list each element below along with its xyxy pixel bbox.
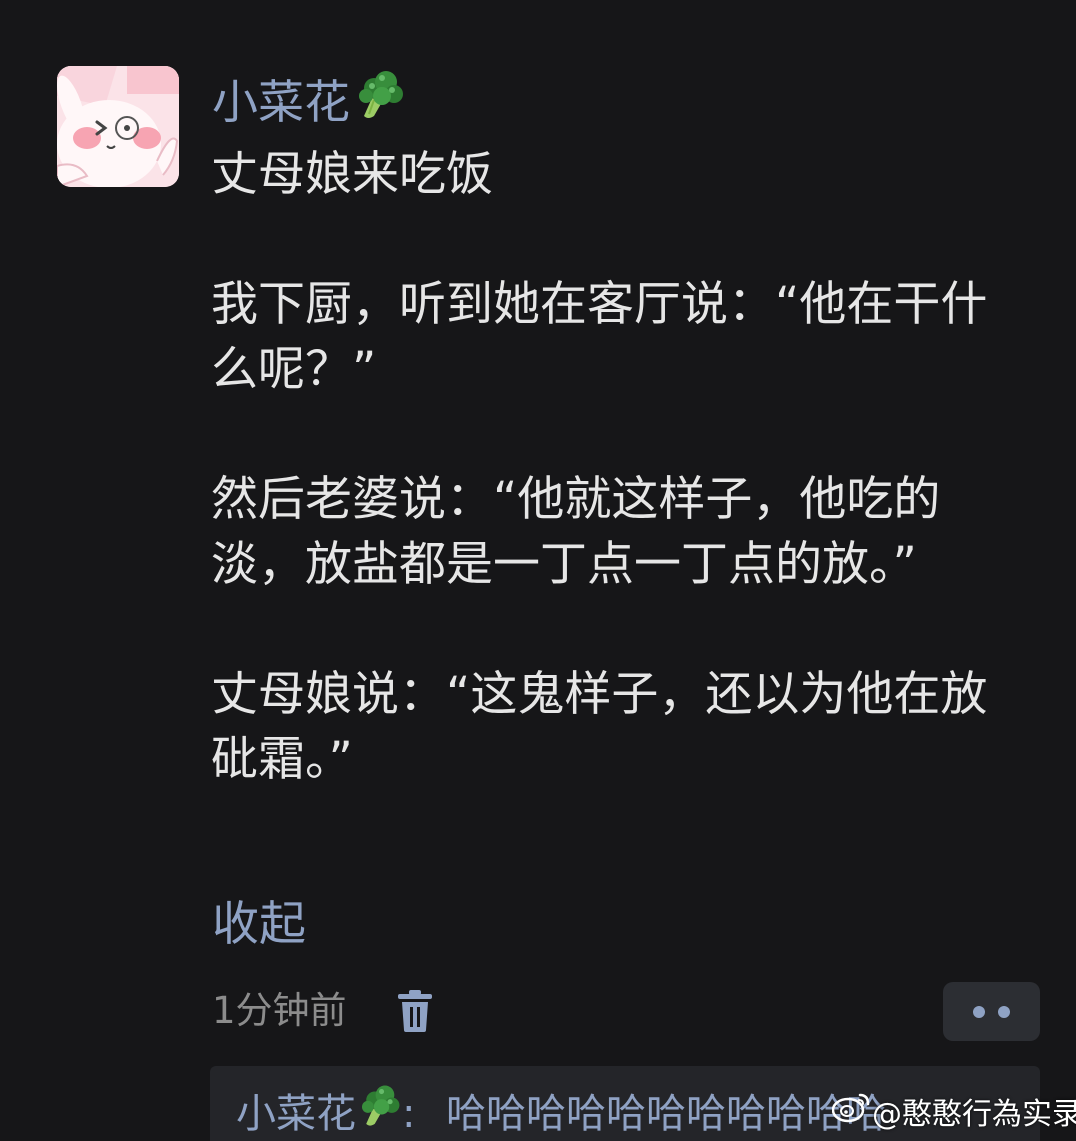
broccoli-icon <box>352 68 406 136</box>
comment-page: 小菜花 丈母娘来吃饭 我下厨，听到她在客厅说：“他在干什么呢？” 然后老婆说：“… <box>0 0 1076 1141</box>
bunny-avatar-image <box>57 66 179 187</box>
comment-paragraph: 然后老婆说：“他就这样子，他吃的淡，放盐都是一丁点一丁点的放。” <box>211 472 941 592</box>
collapse-link[interactable]: 收起 <box>212 892 306 957</box>
comment-body: 丈母娘来吃饭 我下厨，听到她在客厅说：“他在干什么呢？” 然后老婆说：“他就这样… <box>211 142 1011 792</box>
trash-icon[interactable] <box>396 990 434 1032</box>
watermark: @憨憨行為实录 <box>831 1089 1076 1138</box>
watermark-text: @憨憨行為实录 <box>872 1097 1076 1132</box>
more-dots-icon <box>973 1006 985 1018</box>
reply-username-text[interactable]: 小菜花 <box>236 1091 356 1137</box>
broccoli-icon <box>356 1083 402 1141</box>
more-dots-icon <box>998 1006 1010 1018</box>
comment-timestamp: 1分钟前 <box>212 989 347 1032</box>
reply-separator: : <box>402 1091 416 1137</box>
avatar[interactable] <box>57 66 179 187</box>
username-text[interactable]: 小菜花 <box>212 75 350 129</box>
comment-paragraph: 我下厨，听到她在客厅说：“他在干什么呢？” <box>211 277 988 397</box>
weibo-icon <box>831 1089 872 1137</box>
more-button[interactable] <box>943 982 1040 1041</box>
comment-paragraph: 丈母娘来吃饭 <box>211 147 493 202</box>
reply-username[interactable]: 小菜花 : <box>236 1083 416 1141</box>
comment-username[interactable]: 小菜花 <box>212 70 406 136</box>
comment-paragraph: 丈母娘说：“这鬼样子，还以为他在放砒霜。” <box>211 667 988 787</box>
reply-text: 哈哈哈哈哈哈哈哈哈哈哈 <box>446 1091 886 1137</box>
